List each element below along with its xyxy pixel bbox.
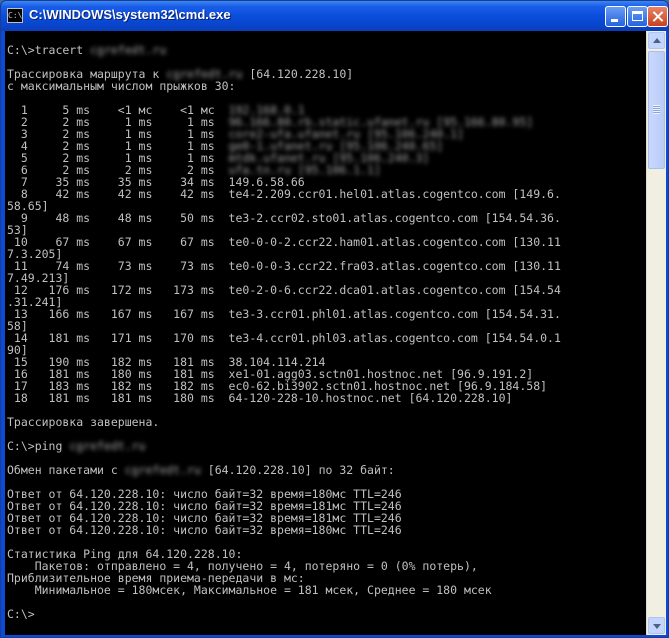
console-line-text: C:\>ping [7,439,70,453]
redacted-text: cgrefedt.ru [124,463,201,477]
console-line-text: 13 166 ms 167 ms 167 ms te3-3.ccr01.phl0… [7,307,561,321]
scroll-up-arrow-icon [653,38,661,43]
cmd-window: C:\ C:\WINDOWS\system32\cmd.exe C:\>trac… [0,0,669,638]
window-title: C:\WINDOWS\system32\cmd.exe [29,7,231,22]
console-line: 12 176 ms 172 ms 173 ms te0-2-0-6.ccr22.… [7,284,561,296]
console-line-text: 14 181 ms 171 ms 170 ms te3-4.ccr01.phl0… [7,331,561,345]
console-line-text: 12 176 ms 172 ms 173 ms te0-2-0-6.ccr22.… [7,283,561,297]
scroll-grip-icon [653,105,660,114]
console-line-text: 8 42 ms 42 ms 42 ms te4-2.209.ccr01.hel0… [7,187,561,201]
close-button[interactable] [647,6,668,27]
scroll-down-button[interactable] [648,617,665,634]
scroll-down-arrow-icon [653,624,661,629]
console-line: с максимальным числом прыжков 30: [7,80,235,92]
console-line-suffix: [64.120.228.10] по 32 байт: [200,463,395,477]
console-output[interactable]: C:\>tracert cgrefedt.ru Трассировка маршр… [5,31,646,635]
scroll-up-button[interactable] [648,32,665,49]
console-line-text: 9 48 ms 48 ms 50 ms te3-2.ccr02.sto01.at… [7,211,561,225]
console-line-text: Трассировка завершена. [7,415,160,429]
console-line: 8 42 ms 42 ms 42 ms te4-2.209.ccr01.hel0… [7,188,561,200]
console-line-text: с максимальным числом прыжков 30: [7,79,236,93]
console-line: Обмен пакетами с cgrefedt.ru [64.120.228… [7,464,395,476]
redacted-text: cgrefedt.ru [69,439,146,453]
vertical-scrollbar[interactable] [646,31,666,635]
console-line: C:\>tracert cgrefedt.ru [7,44,166,56]
close-icon [648,7,667,26]
console-line: C:\> [7,608,35,620]
console-line-text: C:\> [7,607,35,621]
console-line-suffix: [64.120.228.10] [242,67,354,81]
console-line-text: Минимальное = 180мсек, Максимальное = 18… [7,583,492,597]
redacted-text: cgrefedt.ru [90,43,167,57]
console-line-text: 10 67 ms 67 ms 67 ms te0-0-0-2.ccr22.ham… [7,235,561,249]
console-line-text: Ответ от 64.120.228.10: число байт=32 вр… [7,523,402,537]
console-line: 11 74 ms 73 ms 73 ms te0-0-0-3.ccr22.fra… [7,260,561,272]
console-line: Трассировка завершена. [7,416,159,428]
maximize-icon [632,11,643,21]
console-line: C:\>ping cgrefedt.ru [7,440,145,452]
console-line-text: Обмен пакетами с [7,463,125,477]
console-window-icon[interactable]: C:\ [7,8,23,23]
minimize-button[interactable] [605,6,626,27]
title-bar[interactable]: C:\ C:\WINDOWS\system32\cmd.exe [1,1,668,31]
console-line: Минимальное = 180мсек, Максимальное = 18… [7,584,492,596]
console-line: 10 67 ms 67 ms 67 ms te0-0-0-2.ccr22.ham… [7,236,561,248]
console-line: Ответ от 64.120.228.10: число байт=32 вр… [7,524,402,536]
console-line: 18 181 ms 181 ms 180 ms 64-120-228-10.ho… [7,391,513,405]
console-line: 13 166 ms 167 ms 167 ms te3-3.ccr01.phl0… [7,308,561,320]
console-line-text: 18 181 ms 181 ms 180 ms 64-120-228-10.ho… [7,391,513,405]
console-line: 14 181 ms 171 ms 170 ms te3-4.ccr01.phl0… [7,332,561,344]
maximize-button[interactable] [627,6,648,27]
scroll-thumb[interactable] [648,51,665,169]
console-line-text: 11 74 ms 73 ms 73 ms te0-0-0-3.ccr22.fra… [7,259,561,273]
console-line: 9 48 ms 48 ms 50 ms te3-2.ccr02.sto01.at… [7,212,561,224]
console-line-text: C:\>tracert [7,43,91,57]
minimize-icon [611,19,618,22]
